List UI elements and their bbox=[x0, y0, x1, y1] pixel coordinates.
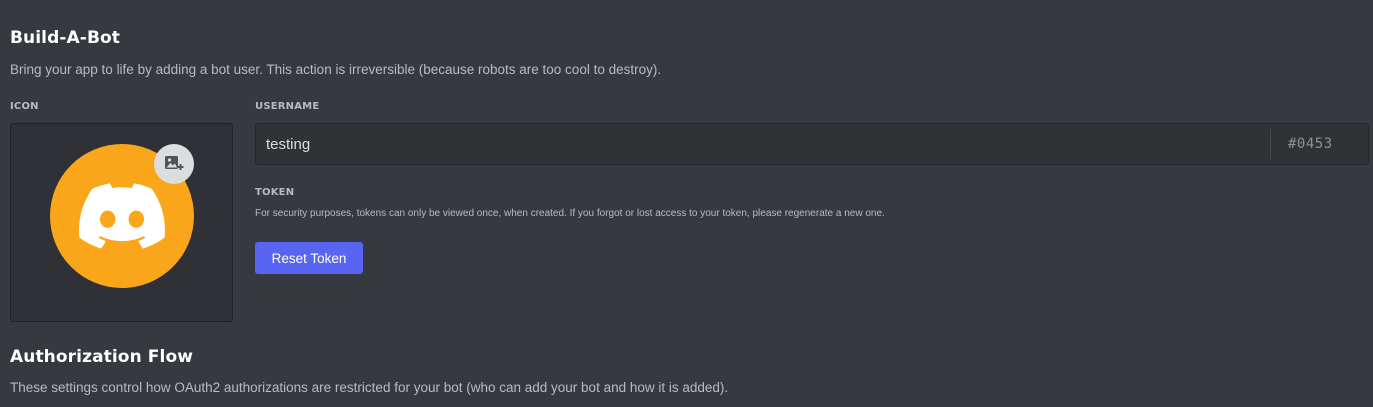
discriminator: #0453 bbox=[1288, 136, 1333, 152]
discriminator-divider bbox=[1270, 129, 1271, 159]
upload-image-button[interactable] bbox=[154, 144, 194, 184]
token-description: For security purposes, tokens can only b… bbox=[255, 208, 885, 219]
token-label: TOKEN bbox=[255, 187, 295, 198]
image-add-icon bbox=[165, 156, 184, 170]
build-a-bot-description: Bring your app to life by adding a bot u… bbox=[10, 62, 662, 77]
username-input[interactable] bbox=[256, 124, 1269, 164]
username-field: #0453 bbox=[255, 123, 1369, 165]
discord-logo-icon bbox=[79, 183, 165, 249]
bot-settings-page: Build-A-Bot Bring your app to life by ad… bbox=[0, 0, 1373, 407]
icon-label: ICON bbox=[10, 101, 39, 112]
authorization-flow-description: These settings control how OAuth2 author… bbox=[10, 380, 729, 395]
avatar-upload-area[interactable] bbox=[10, 123, 233, 322]
authorization-flow-title: Authorization Flow bbox=[10, 347, 194, 367]
username-label: USERNAME bbox=[255, 101, 320, 112]
build-a-bot-title: Build-A-Bot bbox=[10, 28, 121, 48]
reset-token-button[interactable]: Reset Token bbox=[255, 242, 363, 274]
